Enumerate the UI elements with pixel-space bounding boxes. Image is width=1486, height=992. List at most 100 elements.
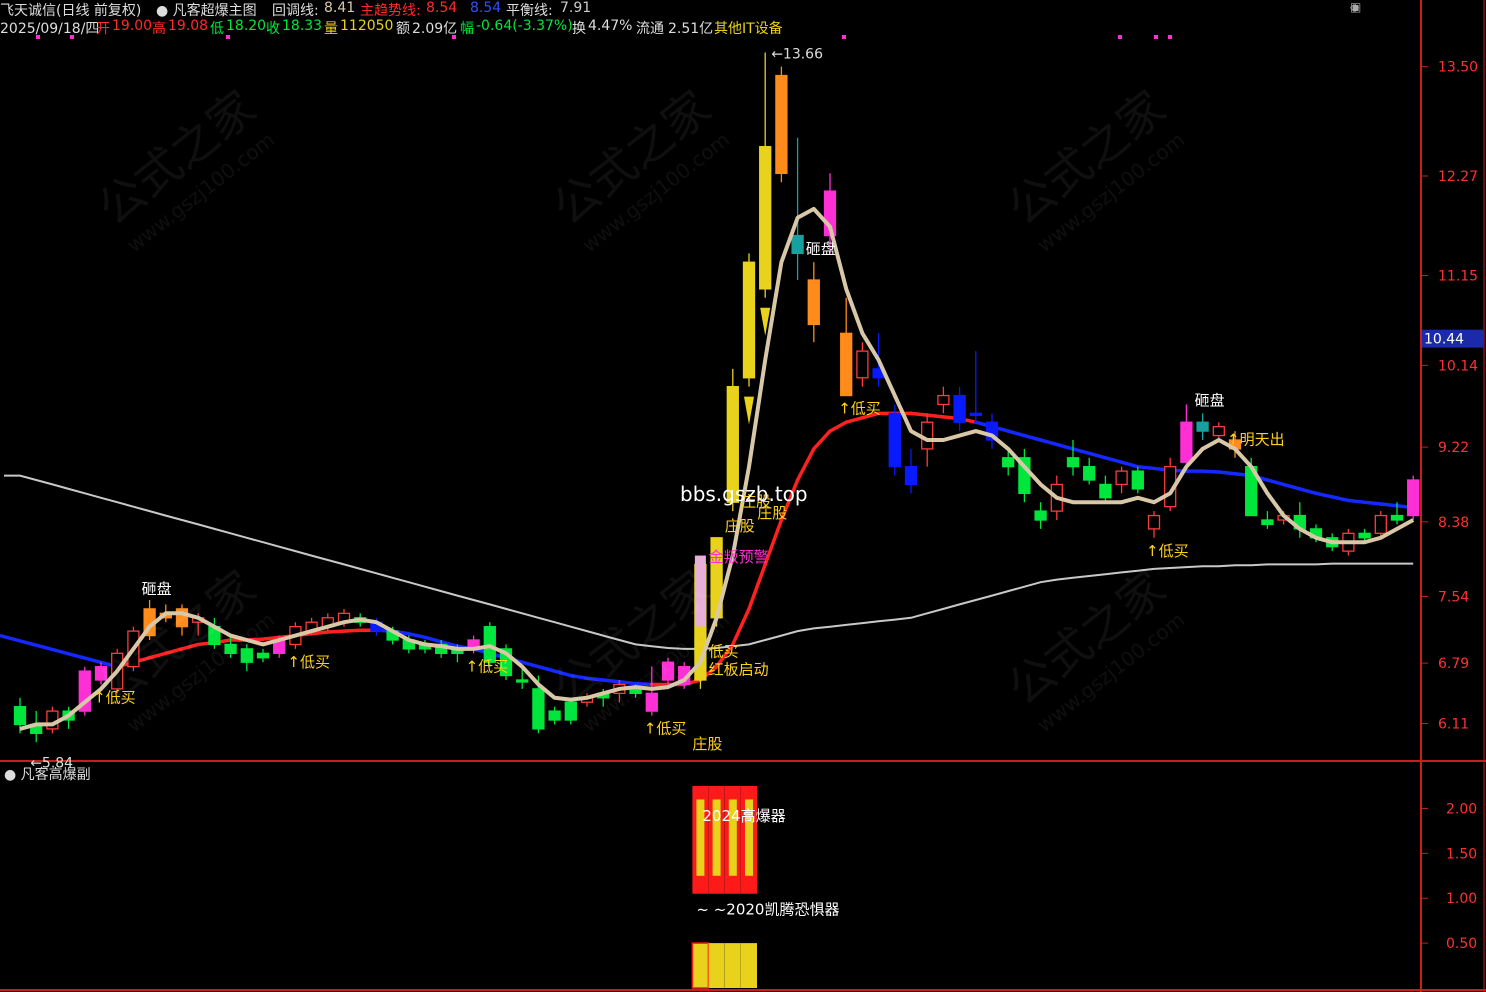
trend-line-segment — [536, 664, 557, 673]
trend-line-segment — [1298, 487, 1318, 496]
trend-line-segment — [1362, 500, 1383, 506]
y-tick-label: 9.22 — [1438, 440, 1469, 456]
trend-line-segment — [925, 413, 946, 419]
trend-line-segment — [731, 607, 751, 647]
high-value: 19.08 — [168, 18, 209, 34]
trend-line-segment — [1330, 495, 1351, 503]
candle-body — [1196, 421, 1209, 432]
signal-label: ↑低买 — [93, 688, 136, 706]
candle-body — [840, 332, 853, 397]
max-price-label: ←13.66 — [771, 46, 823, 62]
sub-low-bar — [708, 943, 725, 988]
sector-name[interactable]: 其他IT设备 — [714, 18, 783, 38]
trend-line-segment — [1346, 498, 1367, 504]
turn-value: 4.47% — [588, 18, 633, 34]
y-tick-label: 13.50 — [1438, 60, 1478, 76]
trend-label: 主趋势线: — [360, 3, 421, 19]
trend-line-segment — [1217, 470, 1237, 476]
signal-label: 庄股 — [725, 517, 755, 535]
trend-line-segment — [1379, 502, 1399, 508]
trend-line-segment — [795, 447, 816, 482]
candle-body — [1002, 457, 1015, 468]
open-value: 19.00 — [112, 18, 153, 34]
chg-label: 幅 — [460, 21, 474, 37]
trend-line-segment — [180, 642, 200, 651]
candle-body — [629, 688, 642, 694]
candle-body — [1147, 514, 1161, 530]
trend-line-segment — [1136, 464, 1156, 471]
trend-value: 8.54 — [426, 0, 458, 16]
candle-body — [548, 710, 561, 721]
signal-label: 砸盘 — [1195, 391, 1225, 409]
trend-line-segment — [569, 673, 589, 680]
trend-line-segment — [1022, 433, 1043, 442]
signal-label: ↑低买 — [1146, 542, 1189, 560]
current-price-label: 10.44 — [1424, 332, 1464, 348]
close-label: 收 — [266, 21, 280, 37]
open-label: 开 — [96, 21, 110, 37]
candle-body — [904, 466, 918, 486]
site-watermark: bbs.gszb.top — [680, 482, 808, 506]
candle-body — [661, 661, 675, 681]
candle-body — [856, 350, 869, 379]
candle-body — [645, 692, 658, 712]
y-tick-label: 7.54 — [1438, 589, 1469, 605]
trend-line-segment — [828, 420, 848, 433]
candle-body — [1066, 457, 1080, 468]
sub-y-tick-label: 1.50 — [1446, 846, 1477, 862]
candle-body — [94, 666, 108, 681]
signal-label: ↑低买 — [838, 400, 881, 418]
y-tick-label: 6.11 — [1438, 717, 1469, 733]
y-tick-label: 8.38 — [1438, 515, 1469, 531]
trend-line-segment — [601, 678, 622, 684]
indicator-name[interactable]: ● 凡客超爆主图 — [156, 0, 257, 20]
trend-line-segment — [1055, 442, 1075, 451]
amt-value: 2.09亿 — [412, 21, 458, 37]
candle-body — [953, 394, 966, 423]
balance-value: 7.91 — [560, 0, 592, 16]
candle-body — [791, 234, 804, 254]
y-tick-label: 10.14 — [1438, 358, 1478, 374]
trend-line-segment — [617, 680, 638, 686]
subchart-title[interactable]: ● 凡客高爆副 — [4, 764, 91, 784]
candle-body — [224, 643, 237, 654]
trend-line-blue-pre — [0, 633, 118, 669]
signal-label: ↑低买 — [644, 720, 687, 738]
chart-header: 飞天诚信(日线 前复权) ● 凡客超爆主图 回调线: 8.41 主趋势线: 8.… — [0, 0, 1420, 38]
trend-line-segment — [812, 429, 832, 451]
low-label: 低 — [210, 21, 224, 37]
candle-body — [516, 679, 529, 683]
trend-line-segment — [585, 676, 605, 682]
candle-body — [532, 688, 545, 730]
restore-icon[interactable]: ▣ — [1350, 0, 1361, 14]
trend-line-segment — [1200, 469, 1221, 474]
vol-label: 量 — [324, 21, 338, 37]
callback-label: 回调线: — [272, 3, 319, 19]
indicator-label: 凡客超爆主图 — [172, 3, 257, 19]
stock-name[interactable]: 飞天诚信(日线 前复权) — [0, 0, 141, 20]
trend-line-segment — [1103, 456, 1124, 464]
signal-label: 低买 — [709, 643, 739, 661]
spike-arrow — [744, 396, 754, 425]
signal-label: 砸盘 — [806, 240, 836, 258]
subchart-label-mid: ~ ~2020凯腾恐惧器 — [696, 900, 839, 918]
signal-label: 庄股 — [757, 504, 787, 522]
trend-line-segment — [407, 632, 427, 640]
balance-label: 平衡线: — [506, 3, 553, 19]
candle-body — [564, 701, 577, 721]
low-value: 18.20 — [226, 18, 267, 34]
chg-value: -0.64(-3.37%) — [476, 18, 573, 34]
subchart-label-top: 2024高爆器 — [702, 807, 785, 825]
trend-line-segment — [633, 681, 654, 687]
signal-label: ↑低买 — [466, 657, 509, 675]
candle-body — [1034, 510, 1047, 521]
trend-value-2: 8.54 — [470, 0, 502, 16]
trend-line-segment — [342, 628, 362, 633]
sub-y-tick-label: 2.00 — [1446, 801, 1477, 817]
signal-label: ↑低买 — [287, 653, 330, 671]
trend-line-segment — [1071, 447, 1091, 456]
candle-body — [807, 279, 820, 326]
callback-value: 8.41 — [324, 0, 356, 16]
sub-low-bar — [741, 943, 757, 988]
trend-line-segment — [147, 651, 168, 660]
